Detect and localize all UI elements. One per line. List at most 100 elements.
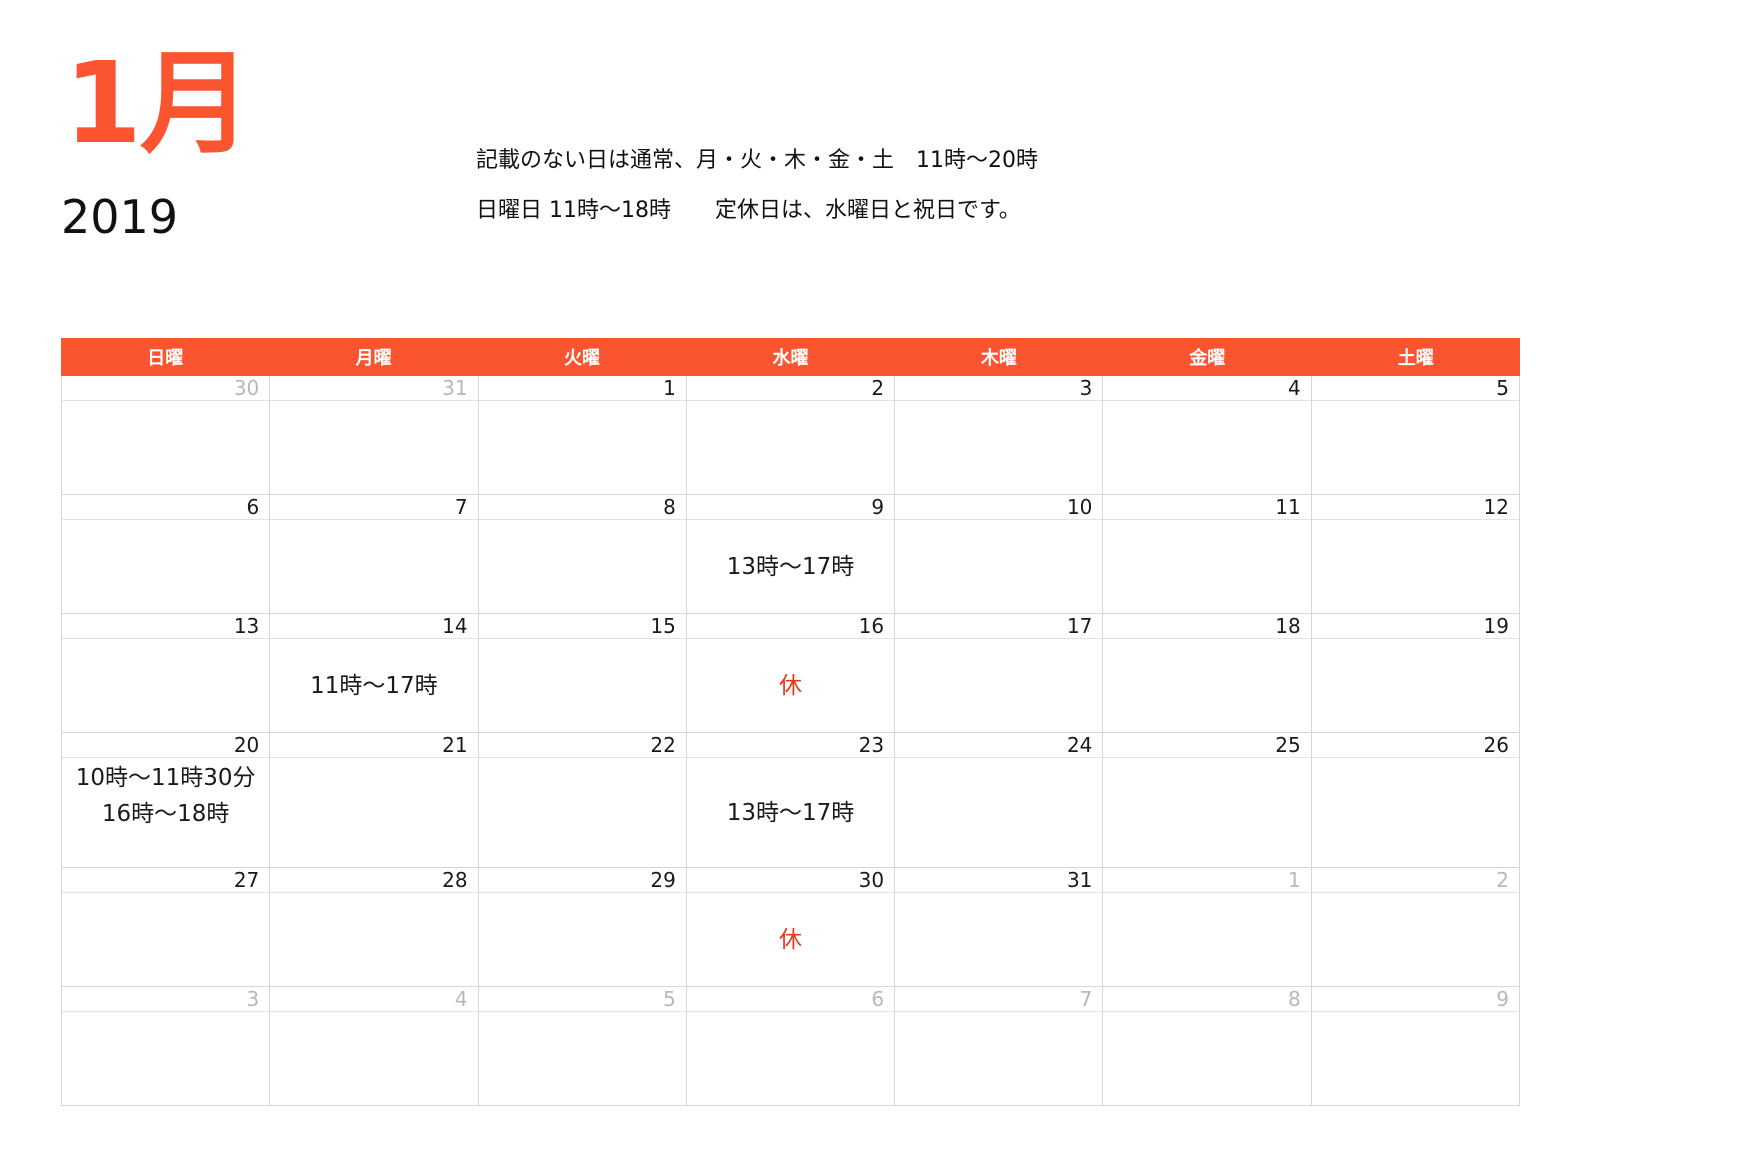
day-number: 12 <box>1311 495 1519 520</box>
day-number: 4 <box>1103 376 1311 401</box>
day-schedule <box>895 401 1102 494</box>
calendar-day-cell: 22 <box>478 733 687 868</box>
day-schedule <box>62 520 269 613</box>
day-schedule: 休 <box>687 893 894 986</box>
closed-day-label: 休 <box>778 926 802 953</box>
day-schedule <box>1103 1012 1310 1105</box>
calendar-day-cell: 29 <box>478 868 687 987</box>
weekday-wednesday: 水曜 <box>772 348 809 369</box>
day-schedule <box>62 639 269 732</box>
day-schedule <box>1312 893 1519 986</box>
day-number: 27 <box>62 868 270 893</box>
special-hours-text: 16時〜18時 <box>101 801 230 827</box>
calendar-day-cell: 23 13時〜17時 <box>686 733 896 868</box>
day-schedule <box>62 1012 269 1105</box>
day-schedule: 休 <box>687 639 894 732</box>
calendar-day-cell: 11 <box>1103 495 1312 614</box>
day-number: 3 <box>895 376 1103 401</box>
day-number: 21 <box>270 733 478 758</box>
calendar-week: 3456789 <box>61 987 1520 1106</box>
day-number: 8 <box>478 495 686 520</box>
calendar-day-cell: 31 <box>895 868 1104 987</box>
day-number: 31 <box>895 868 1103 893</box>
calendar-day-cell: 8 <box>478 495 687 614</box>
calendar-day-cell: 20 10時〜11時30分 16時〜18時 <box>61 733 271 868</box>
calendar-day-cell: 9 13時〜17時 <box>686 495 896 614</box>
calendar-day-cell: 26 <box>1311 733 1520 868</box>
weekday-header: 日曜 月曜 火曜 水曜 木曜 金曜 土曜 <box>61 338 1520 376</box>
day-number: 1 <box>478 376 686 401</box>
day-schedule <box>1103 401 1310 494</box>
day-number: 24 <box>895 733 1103 758</box>
calendar-day-cell: 17 <box>895 614 1104 733</box>
day-schedule: 10時〜11時30分 16時〜18時 <box>62 758 269 867</box>
calendar-week: 30 31 1 2 3 4 5 <box>61 376 1520 495</box>
calendar-grid: 日曜 月曜 火曜 水曜 木曜 金曜 土曜 30 31 1 2 3 4 5 6 7 8 9 13時〜17… <box>61 338 1520 1106</box>
calendar-day-cell: 15 <box>478 614 687 733</box>
calendar-day-cell: 6 <box>61 495 271 614</box>
day-number: 31 <box>270 376 478 401</box>
calendar-day-cell: 4 <box>270 987 479 1106</box>
day-number: 9 <box>1311 987 1519 1012</box>
day-number: 30 <box>686 868 895 893</box>
day-schedule <box>479 401 686 494</box>
year-label: 2019 <box>61 190 179 244</box>
day-number: 14 <box>270 614 478 639</box>
weekday-friday: 金曜 <box>1189 348 1226 369</box>
calendar-day-cell: 21 <box>270 733 479 868</box>
calendar-day-cell: 1 <box>478 376 687 495</box>
day-number: 5 <box>1311 376 1519 401</box>
calendar-day-cell: 10 <box>895 495 1104 614</box>
calendar-day-cell: 13 <box>61 614 271 733</box>
calendar-day-cell: 5 <box>478 987 687 1106</box>
day-schedule <box>895 758 1102 867</box>
day-schedule <box>270 1012 477 1105</box>
calendar-day-cell: 7 <box>895 987 1104 1106</box>
calendar-day-cell: 28 <box>270 868 479 987</box>
day-number: 20 <box>62 733 270 758</box>
calendar-day-cell: 31 <box>270 376 479 495</box>
day-schedule: 13時〜17時 <box>687 758 894 867</box>
day-schedule <box>479 893 686 986</box>
special-hours-text: 13時〜17時 <box>726 799 855 826</box>
day-schedule <box>479 758 686 867</box>
day-number: 4 <box>270 987 478 1012</box>
weekday-saturday: 土曜 <box>1397 348 1434 369</box>
day-schedule <box>895 639 1102 732</box>
day-number: 7 <box>270 495 478 520</box>
calendar-week: 6 7 8 9 13時〜17時 10 11 12 <box>61 495 1520 614</box>
calendar-day-cell: 18 <box>1103 614 1312 733</box>
day-number: 8 <box>1103 987 1311 1012</box>
calendar-day-cell: 30 休 <box>686 868 896 987</box>
day-number: 11 <box>1103 495 1311 520</box>
day-schedule <box>1103 639 1310 732</box>
calendar-day-cell: 19 <box>1311 614 1520 733</box>
day-schedule <box>479 520 686 613</box>
day-number: 9 <box>686 495 895 520</box>
calendar-week: 20 10時〜11時30分 16時〜18時 21 22 23 13時〜17時 24 25 26 <box>61 733 1520 868</box>
day-number: 17 <box>895 614 1103 639</box>
day-number: 23 <box>686 733 895 758</box>
day-number: 30 <box>62 376 270 401</box>
day-number: 1 <box>1103 868 1311 893</box>
day-schedule <box>687 1012 894 1105</box>
day-schedule <box>270 758 477 867</box>
calendar-day-cell: 25 <box>1103 733 1312 868</box>
calendar-day-cell: 30 <box>61 376 271 495</box>
day-schedule <box>1312 520 1519 613</box>
calendar-day-cell: 14 11時〜17時 <box>270 614 479 733</box>
special-hours-text: 10時〜11時30分 <box>75 765 256 791</box>
day-schedule <box>1103 758 1310 867</box>
day-schedule <box>1312 758 1519 867</box>
calendar-day-cell: 27 <box>61 868 271 987</box>
day-number: 18 <box>1103 614 1311 639</box>
calendar-day-cell: 12 <box>1311 495 1520 614</box>
day-schedule: 11時〜17時 <box>270 639 477 732</box>
calendar-day-cell: 4 <box>1103 376 1312 495</box>
day-schedule <box>62 893 269 986</box>
day-number: 28 <box>270 868 478 893</box>
calendar-day-cell: 3 <box>61 987 271 1106</box>
day-number: 2 <box>1311 868 1519 893</box>
calendar-day-cell: 1 <box>1103 868 1312 987</box>
weekday-monday: 月曜 <box>355 348 392 369</box>
